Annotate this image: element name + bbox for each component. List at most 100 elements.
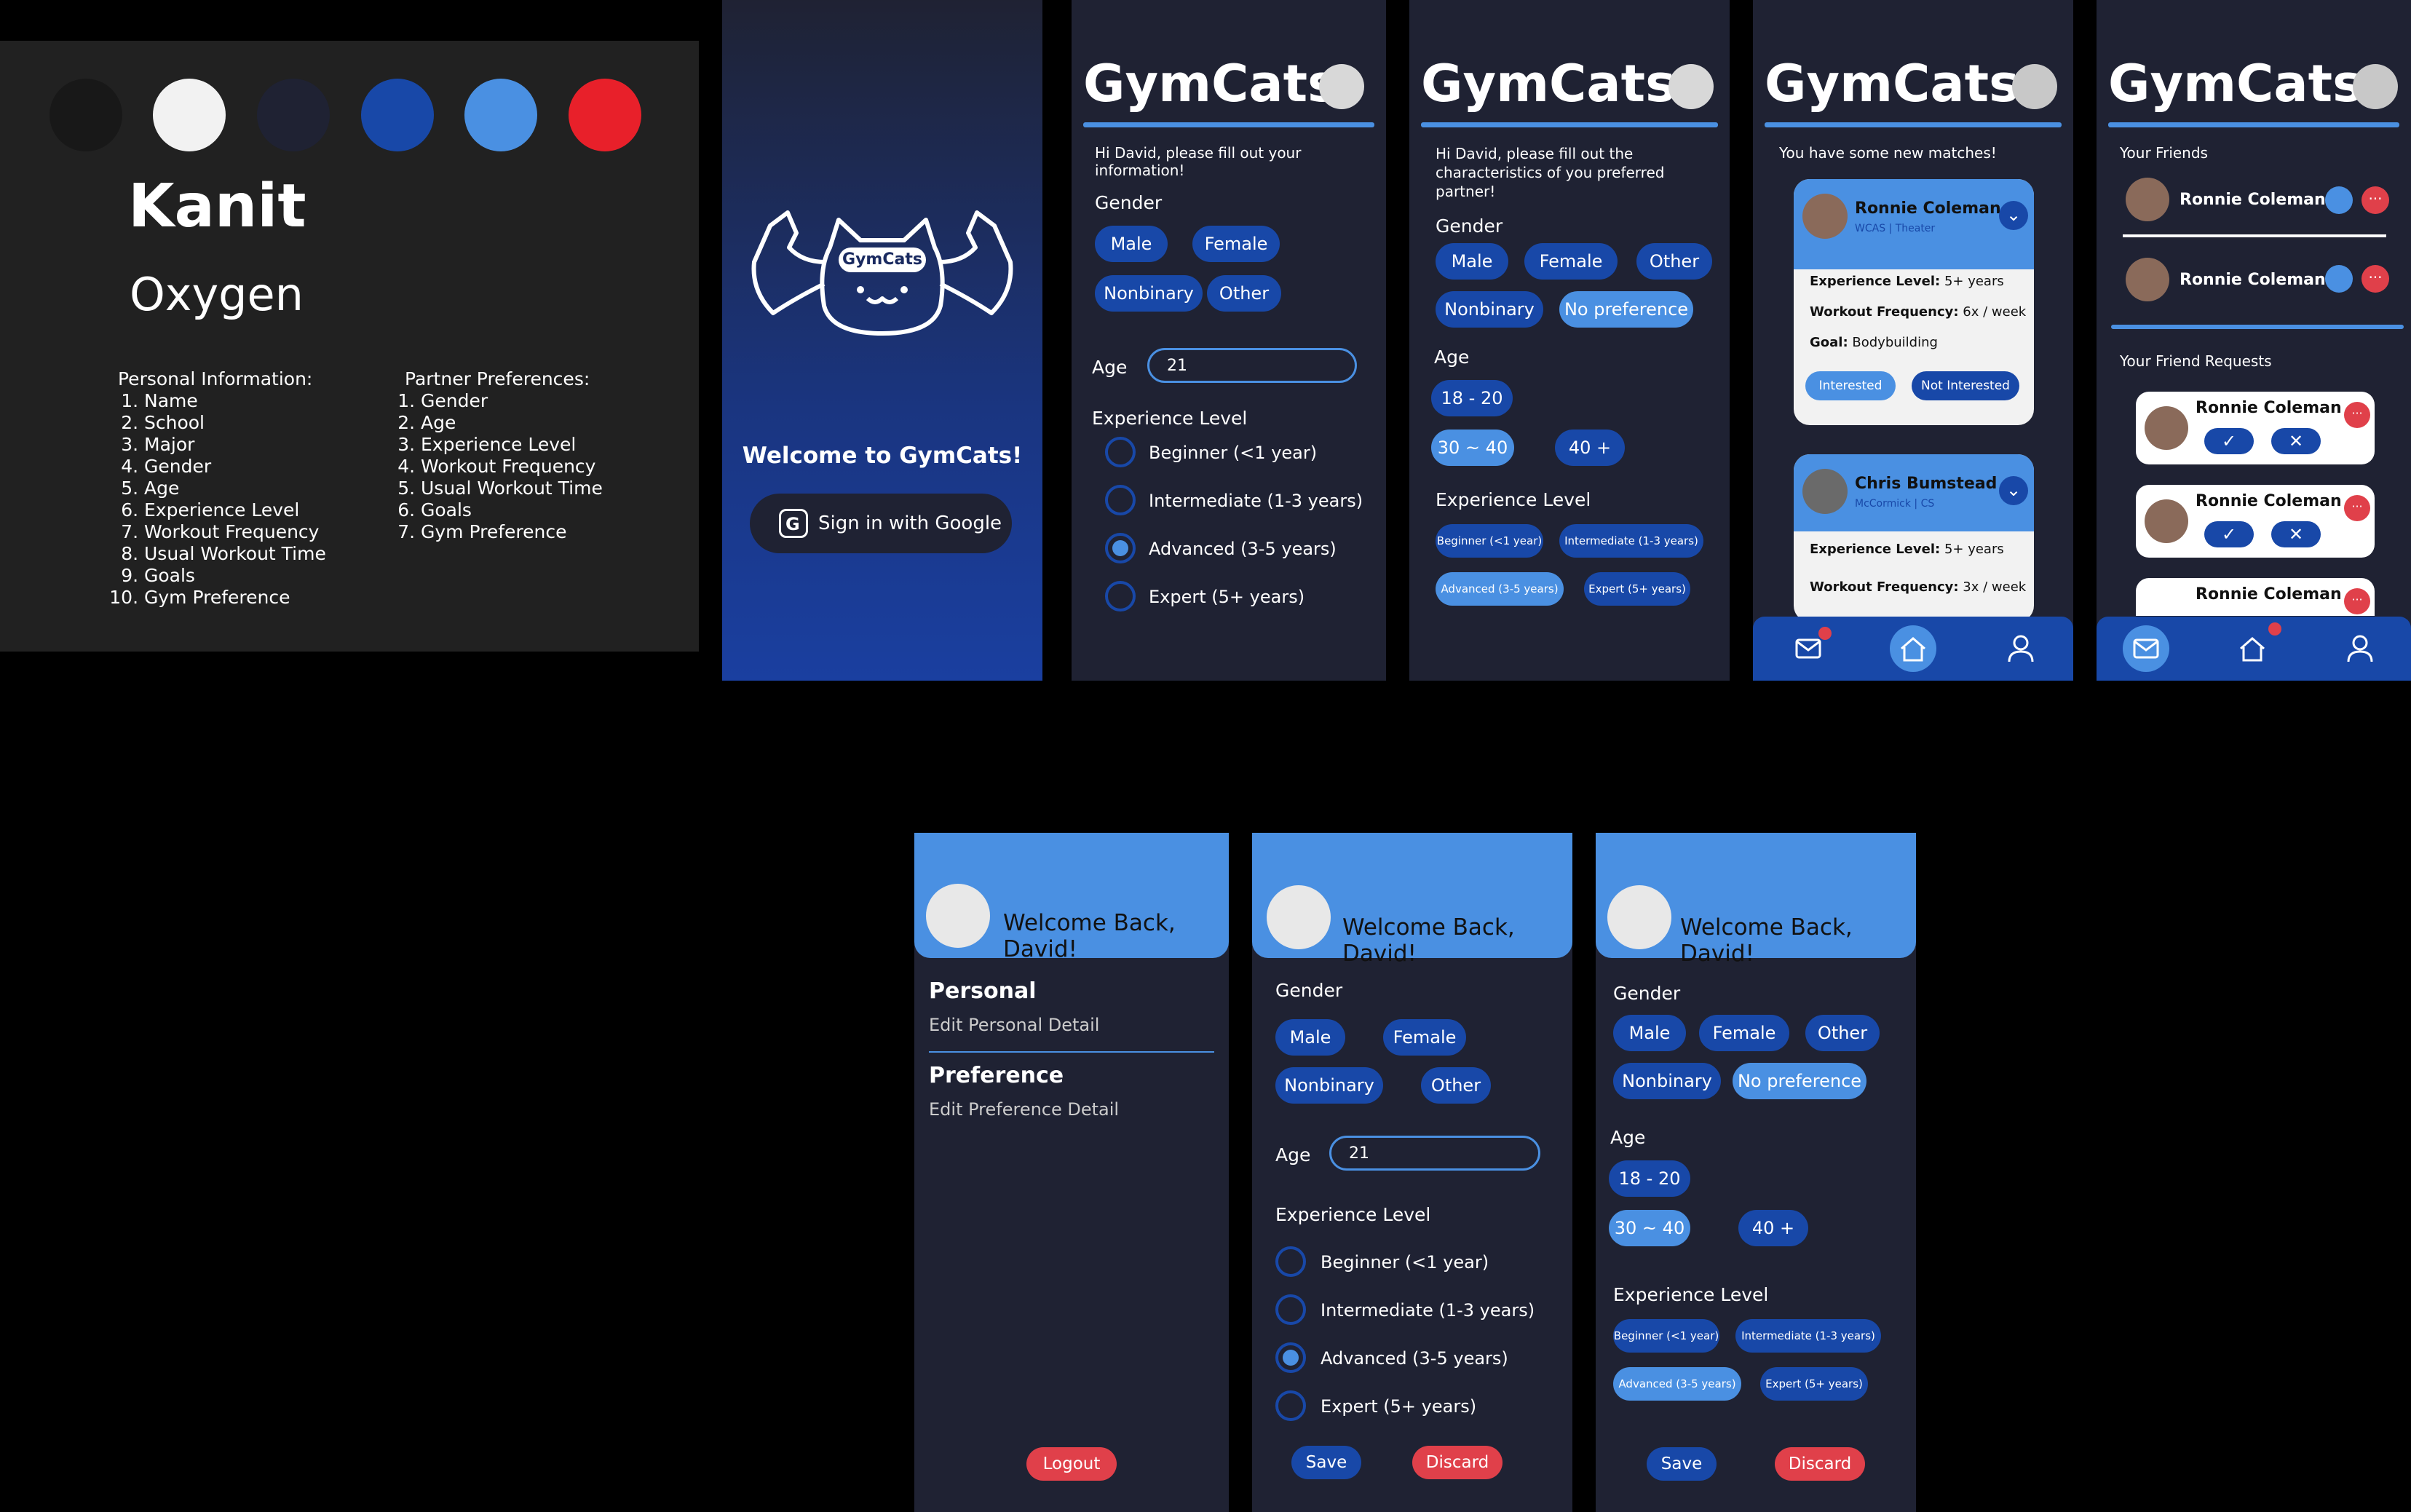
gender-option-male[interactable]: Male (1436, 243, 1508, 280)
list-item: Major (144, 434, 326, 456)
radio-advanced[interactable] (1105, 533, 1136, 563)
more-icon[interactable]: ··· (2361, 186, 2389, 214)
gender-option-female[interactable]: Female (1383, 1019, 1466, 1056)
list-item: Age (421, 412, 603, 434)
gender-option-nonbinary[interactable]: Nonbinary (1275, 1067, 1383, 1104)
gender-option-nonbinary[interactable]: Nonbinary (1436, 291, 1543, 328)
exp-option-expert[interactable]: Expert (5+ years) (1760, 1367, 1868, 1401)
gender-option-other[interactable]: Other (1805, 1015, 1880, 1051)
exp-option-advanced[interactable]: Advanced (3-5 years) (1436, 572, 1564, 606)
preference-section-title[interactable]: Preference (929, 1063, 1064, 1088)
exp-option-intermediate[interactable]: Intermediate (1-3 years) (1559, 524, 1703, 558)
radio-advanced[interactable] (1275, 1342, 1306, 1373)
decline-x-icon[interactable]: ✕ (2271, 428, 2321, 454)
accept-check-icon[interactable]: ✓ (2204, 521, 2254, 547)
age-option-40-plus[interactable]: 40 + (1555, 430, 1625, 466)
save-button[interactable]: Save (1647, 1447, 1717, 1481)
age-option-30-40[interactable]: 30 ~ 40 (1609, 1210, 1690, 1246)
profile-icon[interactable] (1998, 625, 2044, 672)
exp-option-advanced[interactable]: Advanced (3-5 years) (1613, 1367, 1741, 1401)
match-avatar (1802, 194, 1848, 239)
detail-value: 5+ years (1944, 274, 2004, 289)
age-input[interactable]: 21 (1329, 1136, 1540, 1171)
age-option-40-plus[interactable]: 40 + (1738, 1210, 1808, 1246)
gender-option-female[interactable]: Female (1524, 243, 1618, 280)
list-item: Gender (144, 456, 326, 478)
radio-intermediate[interactable] (1275, 1294, 1306, 1325)
chevron-down-icon[interactable]: ⌄ (1999, 476, 2028, 505)
gender-option-male[interactable]: Male (1095, 226, 1168, 262)
age-option-30-40[interactable]: 30 ~ 40 (1431, 430, 1514, 466)
age-input[interactable]: 21 (1147, 348, 1357, 383)
match-subtitle: McCormick | CS (1855, 498, 1935, 510)
gender-option-female[interactable]: Female (1192, 226, 1280, 262)
avatar[interactable] (1668, 64, 1714, 109)
gender-option-male[interactable]: Male (1613, 1015, 1686, 1051)
profile-icon[interactable] (2337, 625, 2383, 672)
radio-beginner[interactable] (1105, 437, 1136, 467)
exp-option-beginner[interactable]: Beginner (<1 year) (1613, 1319, 1719, 1353)
cat-logo-icon (751, 210, 1013, 336)
exp-option-intermediate[interactable]: Intermediate (1-3 years) (1735, 1319, 1881, 1353)
google-signin-button[interactable]: G Sign in with Google (750, 494, 1012, 553)
gender-option-other[interactable]: Other (1421, 1067, 1491, 1104)
chevron-down-icon[interactable]: ⌄ (1999, 201, 2028, 230)
edit-preference-link[interactable]: Edit Preference Detail (929, 1099, 1119, 1120)
radio-beginner[interactable] (1275, 1246, 1306, 1277)
accept-check-icon[interactable]: ✓ (2204, 428, 2254, 454)
gender-option-male[interactable]: Male (1275, 1019, 1345, 1056)
font-primary-sample: Kanit (128, 172, 306, 241)
list-item: Workout Frequency (421, 456, 603, 478)
match-detail: Workout Frequency: 3x / week (1810, 579, 2026, 595)
avatar[interactable] (1319, 64, 1364, 109)
match-card[interactable]: Ronnie Coleman WCAS | Theater ⌄ Experien… (1794, 179, 2034, 425)
gender-option-nonbinary[interactable]: Nonbinary (1613, 1063, 1721, 1099)
radio-expert[interactable] (1275, 1390, 1306, 1421)
list-item: Age (144, 478, 326, 499)
logout-button[interactable]: Logout (1026, 1447, 1117, 1481)
age-option-18-20[interactable]: 18 - 20 (1431, 380, 1513, 416)
save-button[interactable]: Save (1291, 1446, 1361, 1479)
gender-option-nonbinary[interactable]: Nonbinary (1095, 275, 1203, 312)
age-label: Age (1275, 1144, 1311, 1165)
edit-personal-link[interactable]: Edit Personal Detail (929, 1015, 1099, 1035)
gender-option-no-preference[interactable]: No preference (1559, 291, 1693, 328)
request-avatar (2145, 406, 2188, 450)
more-icon[interactable]: ··· (2344, 588, 2370, 614)
home-icon[interactable] (1890, 625, 1936, 672)
exp-option-beginner[interactable]: Beginner (<1 year) (1436, 524, 1543, 558)
not-interested-button[interactable]: Not Interested (1912, 371, 2019, 400)
match-card[interactable]: Chris Bumstead McCormick | CS ⌄ Experien… (1794, 454, 2034, 622)
personal-info-list: Personal Information: Name School Major … (118, 368, 326, 609)
more-icon[interactable]: ··· (2344, 495, 2370, 521)
welcome-text: Welcome Back, David! (1680, 914, 1853, 967)
message-icon[interactable] (2325, 186, 2353, 214)
gender-label: Gender (1613, 983, 1681, 1004)
friend-request-card: Ronnie Coleman ··· ✓ ✕ (2136, 392, 2375, 464)
discard-button[interactable]: Discard (1775, 1447, 1865, 1481)
gender-option-no-preference[interactable]: No preference (1733, 1063, 1866, 1099)
friend-request-card: Ronnie Coleman ··· (2136, 578, 2375, 616)
radio-intermediate[interactable] (1105, 485, 1136, 515)
edit-preference-screen: Welcome Back, David! Gender Male Female … (1596, 833, 1916, 1512)
avatar-placeholder-icon[interactable] (2012, 64, 2057, 109)
gender-option-other[interactable]: Other (1636, 243, 1712, 280)
avatar-placeholder-icon[interactable] (2353, 64, 2398, 109)
more-icon[interactable]: ··· (2344, 402, 2370, 428)
message-icon[interactable] (2325, 265, 2353, 293)
exp-option-expert[interactable]: Expert (5+ years) (1584, 572, 1690, 606)
radio-expert[interactable] (1105, 581, 1136, 611)
discard-button[interactable]: Discard (1412, 1446, 1503, 1479)
interested-button[interactable]: Interested (1805, 371, 1896, 400)
request-name: Ronnie Coleman (2196, 492, 2342, 510)
gender-option-other[interactable]: Other (1207, 275, 1281, 312)
age-option-18-20[interactable]: 18 - 20 (1609, 1160, 1690, 1197)
avatar (926, 884, 990, 948)
personal-section-title[interactable]: Personal (929, 978, 1036, 1004)
welcome-text: Welcome Back, David! (1342, 914, 1515, 967)
decline-x-icon[interactable]: ✕ (2271, 521, 2321, 547)
gender-option-female[interactable]: Female (1699, 1015, 1789, 1051)
more-icon[interactable]: ··· (2361, 265, 2389, 293)
color-swatch-light-blue (464, 79, 537, 151)
mail-icon[interactable] (2123, 625, 2169, 672)
